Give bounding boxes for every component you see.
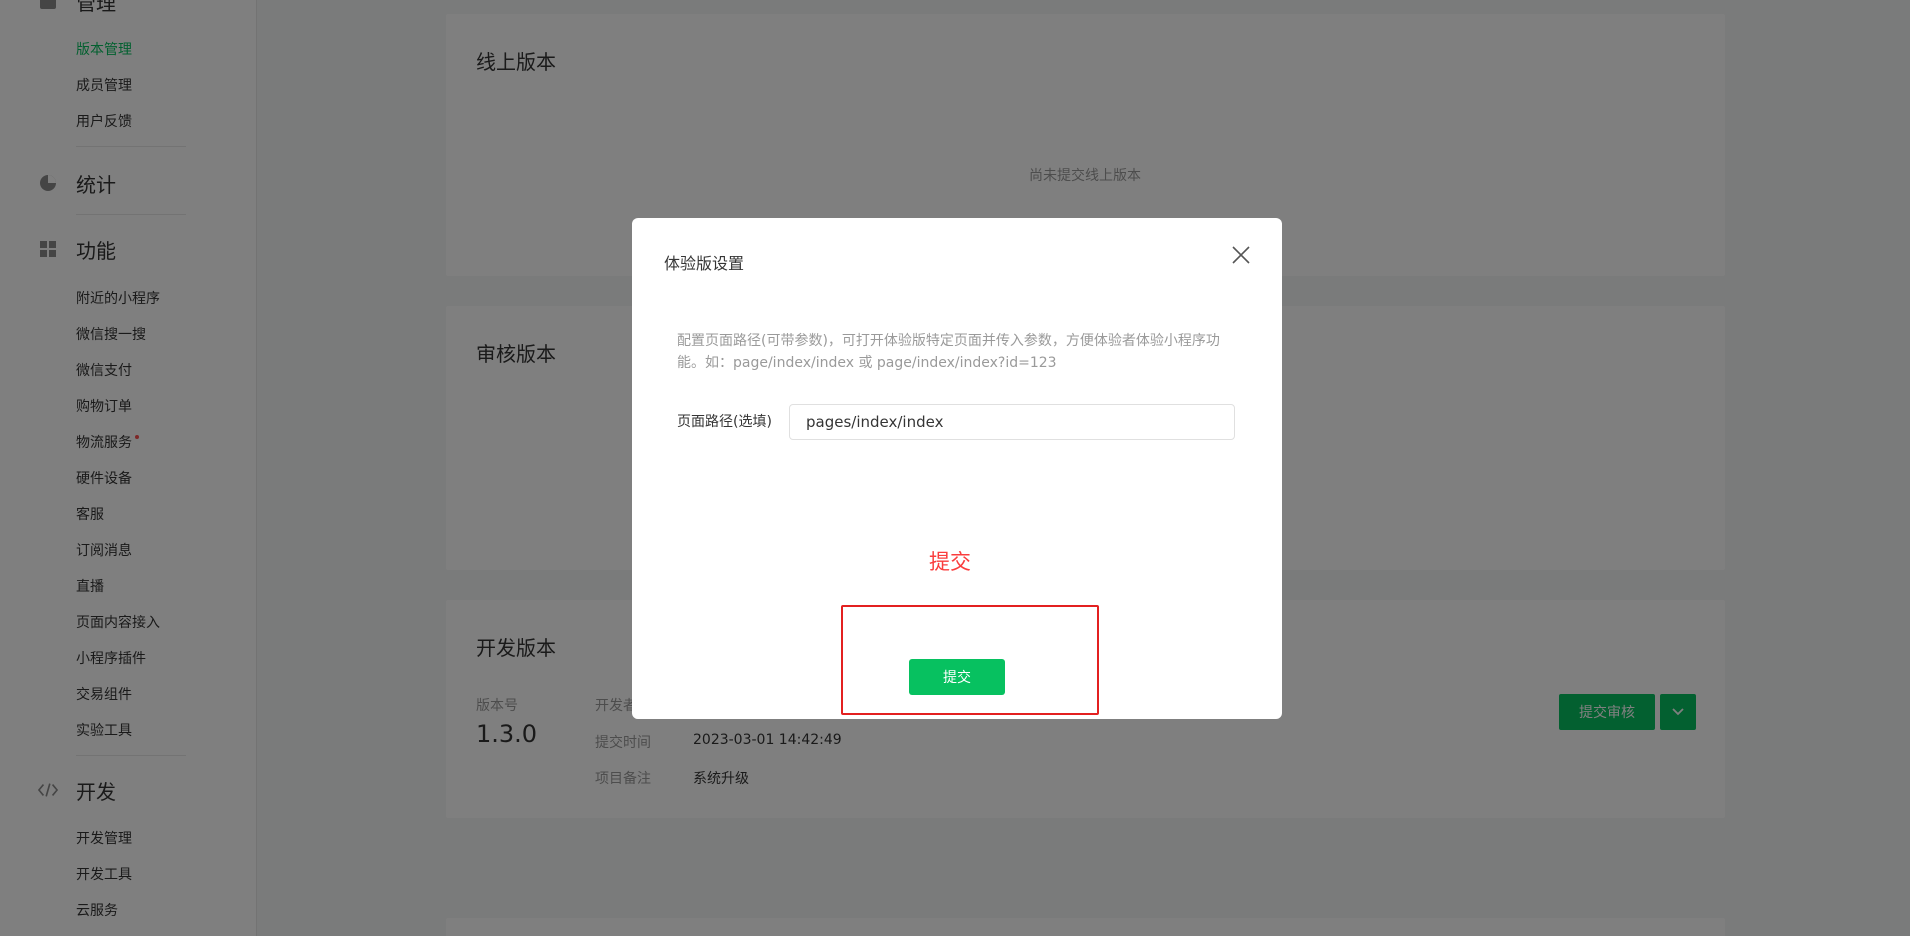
- page-path-input[interactable]: [789, 404, 1235, 440]
- close-icon[interactable]: [1228, 242, 1254, 268]
- trial-version-dialog: 体验版设置 配置页面路径(可带参数)，可打开体验版特定页面并传入参数，方便体验者…: [632, 218, 1282, 719]
- page-path-label: 页面路径(选填): [677, 414, 772, 430]
- dialog-description: 配置页面路径(可带参数)，可打开体验版特定页面并传入参数，方便体验者体验小程序功…: [677, 333, 1220, 371]
- page: 管理 版本管理 成员管理 用户反馈 统计 功能 附近的小程序 微信搜一搜 微信支…: [0, 0, 1910, 936]
- annotation-label: 提交: [929, 550, 971, 574]
- submit-button[interactable]: 提交: [909, 659, 1005, 695]
- dialog-title: 体验版设置: [664, 254, 745, 273]
